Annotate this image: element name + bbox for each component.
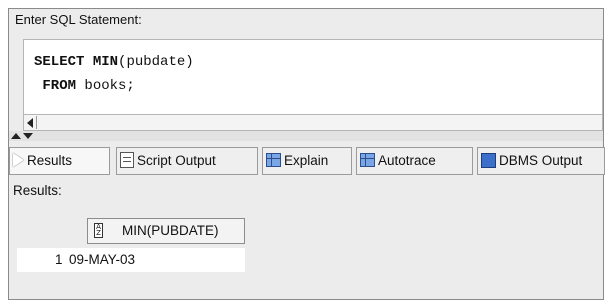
- tab-dbms-output[interactable]: DBMS Output: [477, 147, 605, 175]
- results-label: Results:: [13, 183, 62, 198]
- tab-label: Results: [27, 153, 73, 168]
- tab-label: Explain: [284, 153, 329, 168]
- column-header-min-pubdate[interactable]: A Z MIN(PUBDATE): [87, 218, 245, 244]
- dbms-output-icon: [481, 152, 496, 168]
- cell-min-pubdate: 09-MAY-03: [69, 252, 136, 267]
- run-triangle-icon: [13, 153, 24, 168]
- tab-autotrace[interactable]: Autotrace: [356, 147, 473, 175]
- tab-label: DBMS Output: [499, 153, 583, 168]
- sql-keyword-min: MIN: [92, 54, 119, 70]
- pane-splitter[interactable]: [9, 131, 603, 141]
- splitter-down-arrow-icon[interactable]: [23, 133, 33, 139]
- sort-icon: A Z: [94, 223, 103, 238]
- sql-line-2: FROM books;: [34, 78, 135, 94]
- tab-explain[interactable]: Explain: [262, 147, 352, 175]
- sql-worksheet: Enter SQL Statement: SELECT MIN(pubdate)…: [8, 8, 605, 300]
- tab-label: Script Output: [137, 153, 216, 168]
- row-number: 1: [55, 252, 63, 267]
- column-title: MIN(PUBDATE): [122, 223, 219, 238]
- editor-header: Enter SQL Statement:: [15, 12, 142, 27]
- scroll-left-arrow-icon[interactable]: [27, 118, 33, 128]
- splitter-up-arrow-icon[interactable]: [11, 133, 21, 139]
- tab-label: Autotrace: [378, 153, 436, 168]
- output-tabs: Results Script Output Explain Autotrace …: [9, 143, 605, 179]
- sql-keyword-select: SELECT: [34, 54, 85, 70]
- script-output-icon: [120, 152, 134, 169]
- sql-line-1: SELECT MIN(pubdate): [34, 54, 194, 70]
- scrollbar-divider: [36, 116, 37, 129]
- tab-results[interactable]: Results: [9, 147, 110, 175]
- sql-keyword-from: FROM: [42, 78, 77, 94]
- autotrace-icon: [360, 153, 375, 168]
- sql-editor[interactable]: SELECT MIN(pubdate) FROM books;: [23, 39, 603, 115]
- sql-text: (pubdate): [118, 54, 194, 70]
- tab-script-output[interactable]: Script Output: [116, 147, 258, 175]
- table-row[interactable]: 1 09-MAY-03: [17, 248, 245, 272]
- sql-text: books;: [76, 78, 135, 94]
- explain-plan-icon: [266, 153, 281, 168]
- editor-horizontal-scrollbar[interactable]: [23, 115, 603, 131]
